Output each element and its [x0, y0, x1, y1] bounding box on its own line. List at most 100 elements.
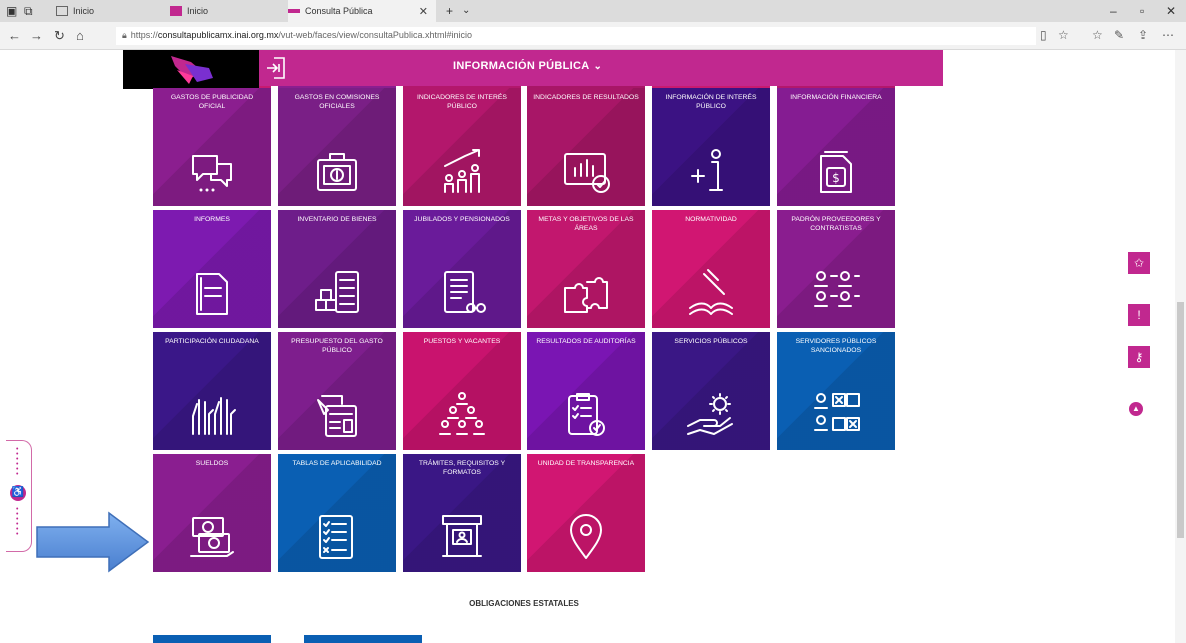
tile-label: SERVIDORES PÚBLICOS SANCIONADOS	[795, 338, 877, 354]
tile-resultados-de-auditorias[interactable]: RESULTADOS DE AUDITORÍAS	[527, 332, 645, 450]
obligaciones-estatales-heading[interactable]: OBLIGACIONES ESTATALES	[153, 599, 895, 608]
close-tab-icon[interactable]: ✕	[419, 5, 428, 18]
tile-unidad-de-transparencia[interactable]: UNIDAD DE TRANSPARENCIA	[527, 454, 645, 572]
tile-informacion-de-interes-publico[interactable]: INFORMACIÓN DE INTERÉS PÚBLICO	[652, 88, 770, 206]
browser-tab-bar: ▣ ⧉ Inicio Inicio Consulta Pública ✕ + ⌄…	[0, 0, 1186, 22]
set-aside-tabs-icon[interactable]: ⧉	[24, 4, 33, 19]
budget-calculator-icon	[317, 395, 357, 437]
url-input[interactable]: 🔒︎ https://consultapublicamx.inai.org.mx/…	[116, 27, 1036, 45]
menu-label: INFORMACIÓN PÚBLICA	[453, 60, 590, 72]
tile-padron-proveedores-y-contratistas[interactable]: PADRÓN PROVEEDORES Y CONTRATISTAS	[777, 210, 895, 328]
hand-gear-icon	[687, 393, 733, 435]
page-icon	[56, 6, 68, 16]
tile-gastos-en-comisiones-oficiales[interactable]: GASTOS EN COMISIONES OFICIALES	[278, 88, 396, 206]
tile-label: GASTOS DE PUBLICIDAD OFICIAL	[170, 94, 254, 110]
alert-icon[interactable]: !	[1128, 304, 1150, 326]
bottom-tab-partial[interactable]	[304, 635, 422, 643]
speech-bubbles-icon	[192, 155, 232, 192]
sanctioned-icon	[814, 393, 860, 431]
tile-normatividad[interactable]: NORMATIVIDAD	[652, 210, 770, 328]
tile-servidores-publicos-sancionados[interactable]: SERVIDORES PÚBLICOS SANCIONADOS	[777, 332, 895, 450]
audit-clipboard-icon	[568, 393, 605, 436]
home-icon[interactable]: ⌂	[76, 28, 84, 43]
tile-tablas-de-aplicabilidad[interactable]: TABLAS DE APLICABILIDAD	[278, 454, 396, 572]
login-icon[interactable]	[265, 56, 287, 85]
tile-label: INFORMES	[194, 216, 230, 223]
page-scrollbar[interactable]	[1175, 50, 1186, 643]
close-window-icon[interactable]: ✕	[1166, 4, 1176, 18]
url-prefix: https://	[130, 30, 158, 40]
svg-text:$: $	[832, 171, 840, 185]
people-growth-icon	[444, 149, 480, 193]
share-icon[interactable]: ⇪	[1138, 28, 1148, 42]
notes-pen-icon[interactable]: ✎	[1114, 28, 1124, 42]
info-plus-icon	[691, 149, 723, 191]
tile-label: RESULTADOS DE AUDITORÍAS	[536, 338, 636, 345]
tile-label: PADRÓN PROVEEDORES Y CONTRATISTAS	[791, 216, 881, 232]
more-options-icon[interactable]: ⋯	[1162, 28, 1174, 42]
tile-metas-y-objetivos-de-las-areas[interactable]: METAS Y OBJETIVOS DE LAS ÁREAS	[527, 210, 645, 328]
address-bar: ← → ↻ ⌂ 🔒︎ https://consultapublicamx.inai…	[0, 22, 1186, 50]
tile-jubilados-y-pensionados[interactable]: JUBILADOS Y PENSIONADOS	[403, 210, 521, 328]
tile-indicadores-de-interes-publico[interactable]: INDICADORES DE INTERÉS PÚBLICO	[403, 88, 521, 206]
minimize-icon[interactable]: –	[1110, 4, 1117, 18]
tile-label: NORMATIVIDAD	[685, 216, 737, 223]
favorites-star-icon[interactable]: ✩	[1128, 252, 1150, 274]
monitor-chart-icon	[564, 153, 610, 193]
favorites-hub-icon[interactable]: ☆	[1092, 28, 1103, 42]
tab-label: Inicio	[187, 6, 209, 16]
tab-label: Inicio	[73, 6, 95, 16]
tile-puestos-y-vacantes[interactable]: PUESTOS Y VACANTES	[403, 332, 521, 450]
accessibility-widget[interactable]: • • • • • • ♿ • • • • • •	[6, 440, 32, 552]
tile-label: INDICADORES DE INTERÉS PÚBLICO	[417, 94, 507, 110]
bottom-tab-partial[interactable]	[153, 635, 271, 643]
lock-icon: 🔒︎	[122, 30, 127, 40]
browser-tab-2[interactable]: Inicio	[170, 0, 286, 22]
tile-informes[interactable]: INFORMES	[153, 210, 271, 328]
tile-tramites-requisitos-y-formatos[interactable]: TRÁMITES, REQUISITOS Y FORMATOS	[403, 454, 521, 572]
tab-list-chevron-icon[interactable]: ⌄	[462, 5, 470, 16]
tile-label: INFORMACIÓN FINANCIERA	[790, 94, 882, 101]
informacion-publica-menu[interactable]: INFORMACIÓN PÚBLICA ⌄	[453, 60, 602, 72]
browser-tab-active[interactable]: Consulta Pública ✕	[288, 0, 436, 22]
tile-indicadores-de-resultados[interactable]: INDICADORES DE RESULTADOS	[527, 88, 645, 206]
tile-servicios-publicos[interactable]: SERVICIOS PÚBLICOS	[652, 332, 770, 450]
location-pin-icon	[570, 514, 602, 559]
tab-label: Consulta Pública	[305, 6, 373, 16]
reading-view-icon[interactable]: ▯	[1040, 28, 1047, 42]
site-header: INFORMACIÓN PÚBLICA ⌄	[123, 50, 943, 89]
tile-gastos-de-publicidad-oficial[interactable]: GASTOS DE PUBLICIDAD OFICIAL	[153, 88, 271, 206]
tile-presupuesto-del-gasto-publico[interactable]: PRESUPUESTO DEL GASTO PÚBLICO	[278, 332, 396, 450]
tile-label: INDICADORES DE RESULTADOS	[533, 94, 639, 101]
tab-actions-icon[interactable]: ▣	[6, 4, 17, 18]
key-icon[interactable]: ⚷	[1128, 346, 1150, 368]
briefcase-money-icon	[317, 153, 357, 191]
tile-label: PARTICIPACIÓN CIUDADANA	[165, 338, 259, 345]
site-logo[interactable]	[123, 50, 259, 89]
tile-label: TABLAS DE APLICABILIDAD	[292, 460, 382, 467]
page-viewport: INFORMACIÓN PÚBLICA ⌄ GASTOS DE PUBLICIDA…	[0, 50, 1186, 643]
scroll-top-icon[interactable]: ▲	[1129, 402, 1143, 416]
favicon-icon	[288, 9, 300, 13]
favorite-star-icon[interactable]: ☆	[1058, 28, 1069, 42]
puzzle-icon	[564, 277, 608, 313]
raised-hands-icon	[192, 397, 236, 435]
back-icon[interactable]: ←	[8, 28, 21, 43]
browser-tab-1[interactable]: Inicio	[56, 0, 166, 22]
accessibility-icon[interactable]: ♿	[10, 485, 26, 501]
maximize-icon[interactable]: ▫	[1140, 4, 1144, 18]
tile-label: TRÁMITES, REQUISITOS Y FORMATOS	[418, 460, 506, 476]
inventory-icon	[315, 271, 359, 313]
tile-informacion-financiera[interactable]: INFORMACIÓN FINANCIERA $	[777, 88, 895, 206]
new-tab-icon[interactable]: +	[446, 4, 453, 18]
tile-label: SUELDOS	[195, 460, 229, 467]
kiosk-icon	[442, 515, 482, 557]
pension-list-icon	[444, 271, 486, 313]
tile-inventario-de-bienes[interactable]: INVENTARIO DE BIENES	[278, 210, 396, 328]
refresh-icon[interactable]: ↻	[54, 28, 65, 44]
tile-participacion-ciudadana[interactable]: PARTICIPACIÓN CIUDADANA	[153, 332, 271, 450]
scrollbar-thumb[interactable]	[1177, 302, 1184, 538]
tile-sueldos[interactable]: SUELDOS	[153, 454, 271, 572]
forward-icon[interactable]: →	[30, 28, 43, 43]
tile-label: UNIDAD DE TRANSPARENCIA	[537, 460, 635, 467]
